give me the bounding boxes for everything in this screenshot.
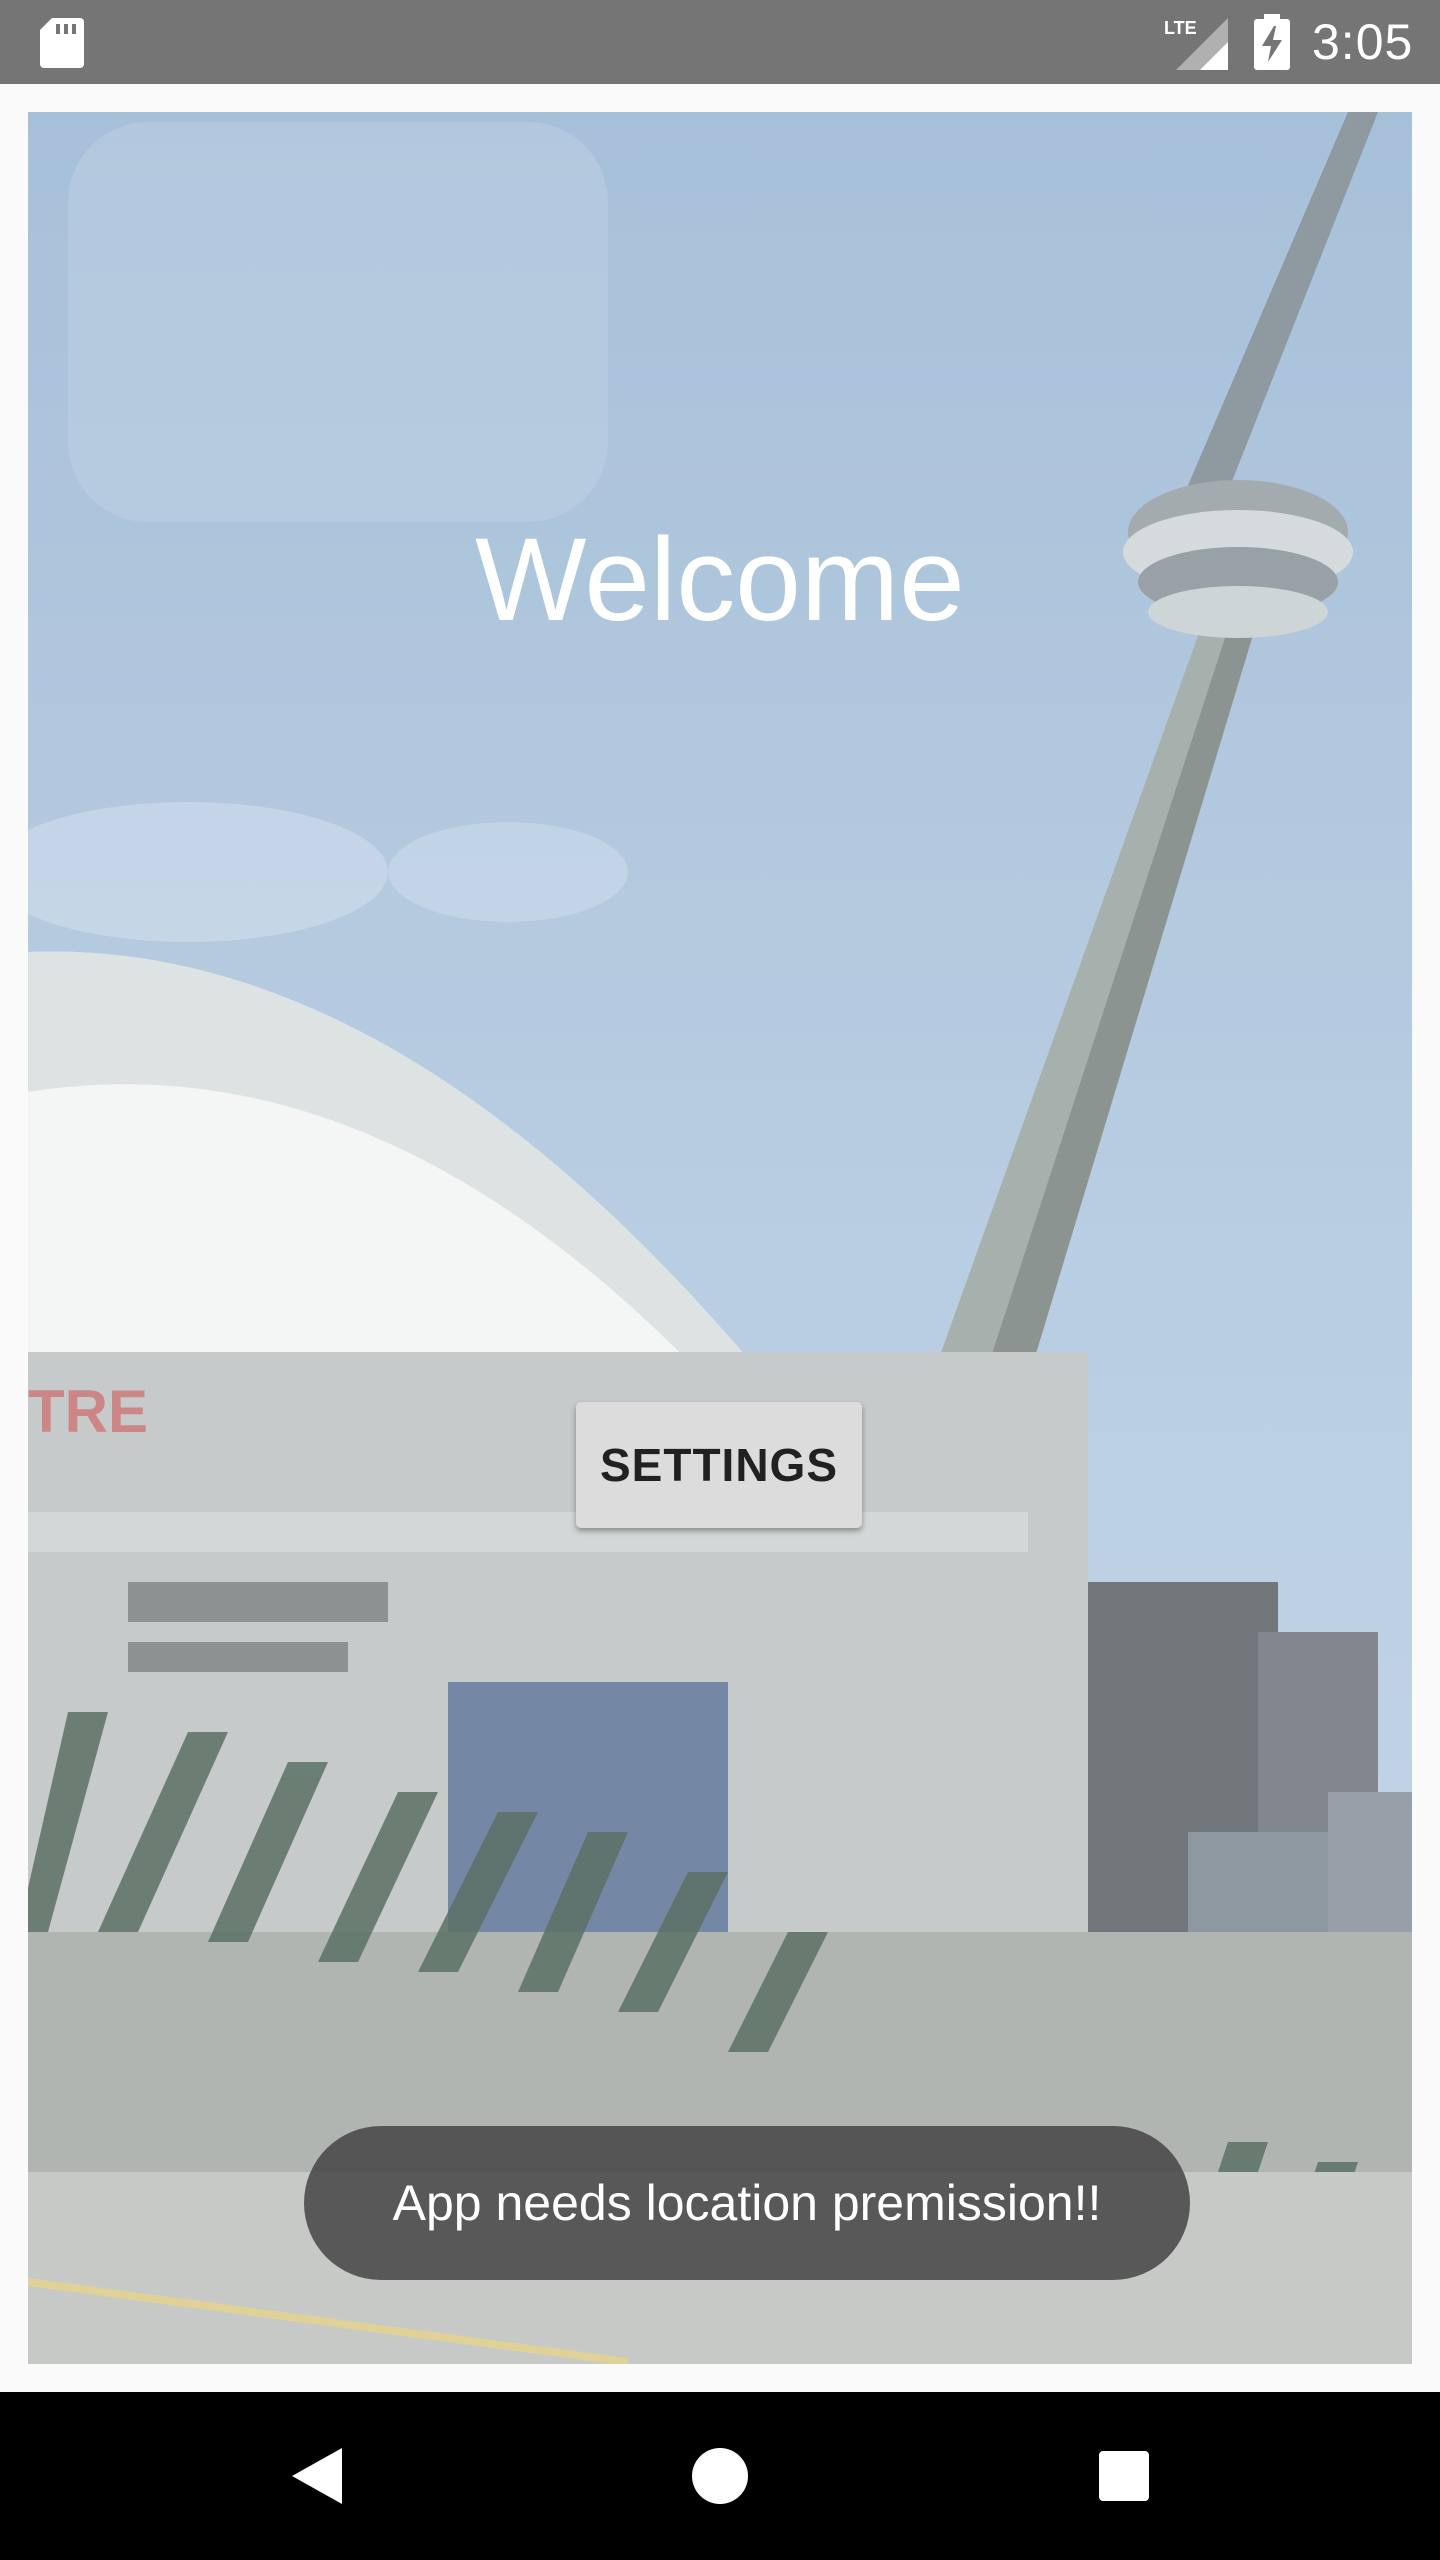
toast-text: App needs location premission!! [392,2175,1102,2231]
lte-signal-icon: LTE [1164,18,1228,70]
back-button[interactable] [266,2426,366,2526]
toast-message: App needs location premission!! [304,2126,1190,2280]
clock: 3:05 [1312,14,1414,70]
recents-icon [1099,2451,1149,2501]
home-button[interactable] [670,2426,770,2526]
home-icon [692,2448,748,2504]
background-image: TRE [28,112,1412,2364]
svg-text:LTE: LTE [1164,18,1197,38]
sd-card-icon [40,18,84,68]
status-bar: LTE 3:05 [0,0,1440,84]
recents-button[interactable] [1074,2426,1174,2526]
battery-charging-icon [1254,14,1290,70]
settings-button[interactable]: SETTINGS [576,1402,862,1528]
back-icon [292,2448,342,2504]
welcome-title: Welcome [475,514,965,646]
main-content: TRE Welcome SETTINGS App needs location … [28,112,1412,2364]
navigation-bar [0,2392,1440,2560]
